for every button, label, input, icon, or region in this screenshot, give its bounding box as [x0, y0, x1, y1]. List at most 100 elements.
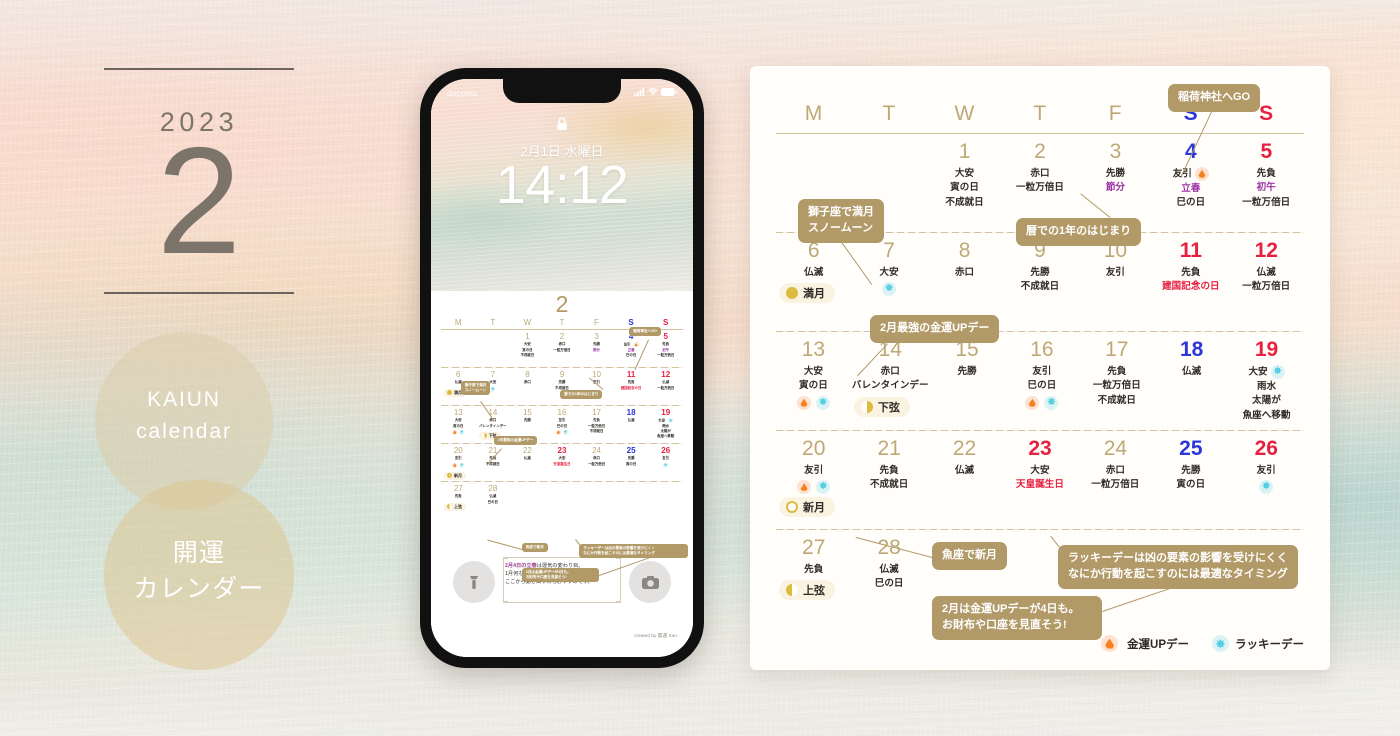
- lucky-day-icon: [1270, 364, 1285, 379]
- day-cell-19[interactable]: 19大安雨水太陽が魚座へ移動: [648, 408, 683, 440]
- callout-kinun: 2月最強の金運UPデー: [870, 315, 1000, 343]
- day-cell-18[interactable]: 18 仏滅: [614, 408, 649, 440]
- day-notes: 先勝 不成就日: [1003, 266, 1076, 295]
- day-cell-22[interactable]: 22 仏滅: [927, 437, 1002, 517]
- day-cell-26[interactable]: 26 友引: [648, 446, 683, 480]
- day-note-line: 天皇誕生日: [1003, 478, 1076, 492]
- day-cell-23[interactable]: 23 大安 天皇誕生日: [1002, 437, 1077, 517]
- day-note-line: 先勝: [511, 418, 544, 423]
- moon-new-icon: [447, 473, 452, 479]
- day-cell-5[interactable]: 5 先負 初午 一粒万倍日: [648, 332, 683, 358]
- status-icons: [634, 88, 677, 98]
- day-cell-28[interactable]: 28 仏滅 巳の日: [476, 484, 511, 511]
- day-cell-8[interactable]: 8 赤口: [927, 239, 1002, 303]
- day-cell-12[interactable]: 12 仏滅 一粒万倍日: [648, 370, 683, 397]
- day-note-text: 寅の日: [453, 423, 464, 428]
- day-cell-25[interactable]: 25 先勝 寅の日: [1153, 437, 1228, 517]
- day-cell-18[interactable]: 18 仏滅: [1154, 338, 1229, 423]
- day-note-text: 先負: [1181, 266, 1201, 278]
- day-cell-5[interactable]: 5 先負 初午 一粒万倍日: [1229, 140, 1304, 211]
- day-cell-1[interactable]: 1 大安 寅の日 不成就日: [510, 332, 545, 358]
- moon-first-icon: [786, 584, 798, 597]
- day-cell-3[interactable]: 3 先勝 節分: [579, 332, 614, 358]
- day-cell-2[interactable]: 2 赤口 一粒万倍日: [1002, 140, 1077, 211]
- day-cell-13[interactable]: 13 大安 寅の日: [441, 408, 476, 440]
- day-note-text: 節分: [1105, 182, 1126, 194]
- day-cell-4[interactable]: 4友引立春巳の日: [614, 332, 649, 358]
- battery-icon: [661, 88, 677, 98]
- day-note-line: 寅の日: [928, 181, 1001, 195]
- day-cell-26[interactable]: 26 友引: [1229, 437, 1304, 517]
- day-cell-27[interactable]: 27 先負 上弦: [776, 536, 851, 601]
- day-cell-25[interactable]: 25 先勝 寅の日: [614, 446, 649, 480]
- day-cell-22[interactable]: 22 仏滅: [510, 446, 545, 480]
- day-cell-1[interactable]: 1 大安 寅の日 不成就日: [927, 140, 1002, 211]
- day-notes: 友引 巳の日: [546, 418, 579, 428]
- day-note-text: 魚座へ移動: [1242, 409, 1291, 421]
- moon-phase-label: 新月: [803, 502, 825, 515]
- callout-kane: 2月は金運UPデーが4日も。 お財布や口座を見直そう!: [521, 568, 600, 583]
- day-cell-12[interactable]: 12 仏滅 一粒万倍日: [1229, 239, 1304, 303]
- day-cell-9[interactable]: 9 先勝 不成就日: [1002, 239, 1077, 303]
- day-number: 23: [1028, 437, 1052, 460]
- day-cell-4[interactable]: 4友引立春巳の日: [1153, 140, 1228, 211]
- day-cell-2[interactable]: 2 赤口 一粒万倍日: [545, 332, 580, 358]
- day-cell-15[interactable]: 15 先勝: [510, 408, 545, 440]
- day-note-text: 巳の日: [1027, 380, 1057, 392]
- day-cell-17[interactable]: 17 先負 一粒万倍日 不成就日: [1079, 338, 1154, 423]
- camera-icon[interactable]: [629, 561, 671, 603]
- calendar-week-row: 20 友引新月 21 先負不成就日 22 仏滅 23 大安天皇誕生日 24 赤口一粒万倍日 25 先勝…: [776, 431, 1304, 529]
- day-cell-24[interactable]: 24 赤口 一粒万倍日: [579, 446, 614, 480]
- day-note-line: 寅の日: [777, 379, 850, 393]
- day-note-line: 友引: [649, 456, 682, 461]
- week-divider: [441, 405, 683, 406]
- moon-last-icon: [481, 433, 487, 439]
- day-note-line: 建国記念の日: [615, 386, 648, 391]
- day-cell-8[interactable]: 8 赤口: [510, 370, 545, 397]
- day-note-text: 赤口: [523, 380, 531, 385]
- day-cell-27[interactable]: 27 先負 上弦: [441, 484, 476, 511]
- flashlight-icon[interactable]: [453, 561, 495, 603]
- day-note-text: 先負: [1256, 167, 1276, 179]
- day-note-text: 大安: [954, 167, 975, 179]
- day-cell-14[interactable]: 14赤口バレンタインデー下弦: [476, 408, 511, 440]
- day-cell-13[interactable]: 13 大安 寅の日: [776, 338, 851, 423]
- day-cell-empty: [510, 484, 545, 511]
- day-cell-21[interactable]: 21先負不成就日: [851, 437, 926, 517]
- day-cell-10[interactable]: 10 友引: [1078, 239, 1153, 303]
- moon-badge-slot: 新月: [442, 471, 475, 480]
- day-note-text: 不成就日: [520, 352, 535, 357]
- day-cell-16[interactable]: 16 友引 巳の日: [1005, 338, 1080, 423]
- day-cell-11[interactable]: 11 先負 建国記念の日: [614, 370, 649, 397]
- day-cell-empty: [545, 484, 580, 511]
- day-cell-6[interactable]: 6 仏滅 満月: [776, 239, 851, 304]
- day-cell-20[interactable]: 20友引新月: [776, 437, 851, 518]
- day-cell-24[interactable]: 24 赤口 一粒万倍日: [1078, 437, 1153, 517]
- day-cell-17[interactable]: 17 先負 一粒万倍日 不成就日: [579, 408, 614, 440]
- day-note-line: 巳の日: [1006, 379, 1079, 393]
- moon-badge-slot: 下弦: [852, 396, 929, 417]
- day-number: 25: [626, 446, 636, 455]
- callout-line: 稲荷神社へGO: [633, 328, 657, 333]
- day-notes: 赤口 一粒万倍日: [580, 456, 613, 466]
- day-cell-11[interactable]: 11 先負 建国記念の日: [1153, 239, 1228, 303]
- day-cell-15[interactable]: 15 先勝: [930, 338, 1005, 423]
- legend-money-label: 金運UPデー: [1127, 638, 1189, 651]
- day-cell-16[interactable]: 16 友引 巳の日: [545, 408, 580, 440]
- day-cell-21[interactable]: 21先負不成就日: [476, 446, 511, 480]
- day-notes: 大安 天皇誕生日: [1003, 464, 1076, 493]
- day-note-line: 不成就日: [511, 353, 544, 358]
- week-divider: [776, 529, 1304, 530]
- title-panel: 2023 2 KAIUN calendar 開運 カレンダー: [0, 0, 420, 736]
- lucky-day-icon: [1259, 480, 1274, 495]
- dow-header-1: T: [882, 102, 896, 125]
- day-cell-23[interactable]: 23 大安 天皇誕生日: [545, 446, 580, 480]
- day-cell-19[interactable]: 19大安雨水太陽が魚座へ移動: [1229, 338, 1304, 423]
- day-cell-14[interactable]: 14赤口バレンタインデー下弦: [851, 338, 930, 423]
- day-cell-empty: [476, 332, 511, 358]
- day-cell-empty: [648, 484, 683, 511]
- day-note-text: 仏滅: [627, 418, 635, 423]
- phone-mockup: docomo 2月1日 水曜日 14:12 2 MTWTFSS 1 大安 寅の日…: [420, 68, 704, 668]
- day-cell-20[interactable]: 20友引新月: [441, 446, 476, 480]
- day-number: 28: [488, 484, 498, 493]
